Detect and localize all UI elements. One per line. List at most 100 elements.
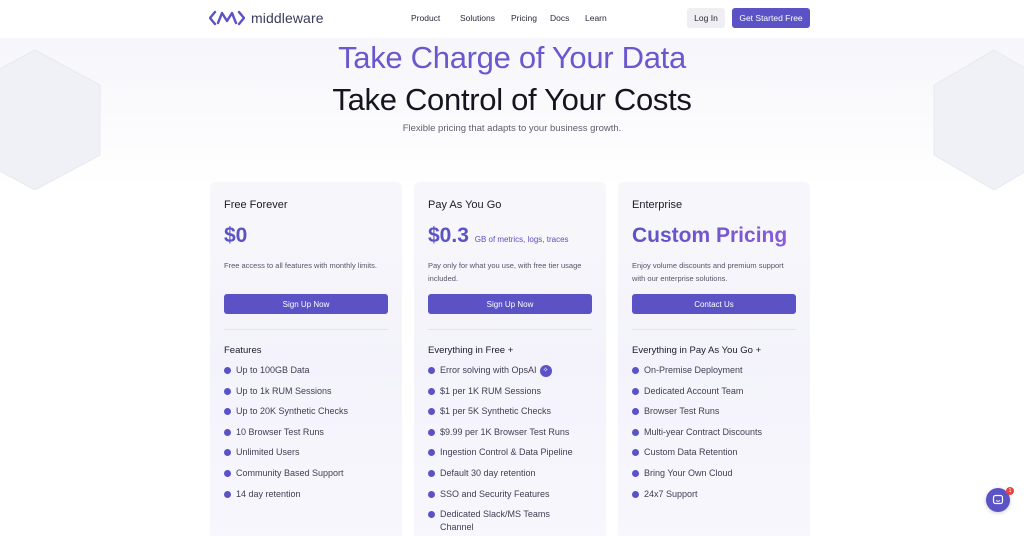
check-icon: [224, 428, 231, 436]
sign-up-button[interactable]: Sign Up Now: [428, 294, 592, 314]
check-icon: [632, 408, 639, 416]
list-item-label: $9.99 per 1K Browser Test Runs: [440, 426, 570, 437]
check-icon: [428, 469, 435, 477]
plan-title: Pay As You Go: [428, 199, 502, 211]
top-navigation: middleware Product Solutions Pricing Doc…: [0, 0, 1024, 38]
plan-description: Enjoy volume discounts and premium suppo…: [632, 261, 784, 283]
check-icon: [632, 367, 639, 374]
divider: [632, 329, 796, 330]
list-item-label: 14 day retention: [236, 488, 301, 499]
list-item-label: Default 30 day retention: [440, 467, 536, 478]
plan-price-unit: GB of metrics, logs, traces: [474, 235, 569, 244]
check-icon: [224, 490, 231, 498]
chat-icon: [992, 494, 1004, 505]
features-heading: Features: [224, 345, 262, 356]
list-item-label: Up to 1k RUM Sessions: [236, 385, 332, 396]
divider: [428, 329, 592, 330]
check-icon: [428, 367, 435, 374]
features-heading: Everything in Pay As You Go +: [632, 345, 762, 356]
list-item: On-Premise Deployment: [632, 364, 802, 385]
plan-price-value: Custom Pricing: [632, 224, 788, 247]
list-item-label: Error solving with OpsAI: [440, 365, 537, 375]
list-item: 24x7 Support: [632, 488, 802, 509]
list-item-label: Community Based Support: [236, 467, 344, 478]
check-icon: [224, 449, 231, 457]
plan-price: $0.3 GB of metrics, logs, traces: [428, 224, 569, 248]
plan-description: Free access to all features with monthly…: [224, 261, 377, 270]
check-icon: [632, 428, 639, 436]
get-started-button[interactable]: Get Started Free: [732, 8, 810, 28]
check-icon: [428, 490, 435, 498]
hero-title-line1: Take Charge of Your Data: [338, 40, 686, 75]
list-item-label: Up to 20K Synthetic Checks: [236, 406, 349, 417]
list-item-label: Custom Data Retention: [644, 447, 738, 458]
plan-title: Free Forever: [224, 199, 288, 211]
list-item: 10 Browser Test Runs: [224, 426, 394, 447]
list-item: $9.99 per 1K Browser Test Runs: [428, 426, 598, 447]
opsai-icon: ✧: [539, 364, 552, 377]
list-item-label: SSO and Security Features: [440, 488, 550, 499]
check-icon: [428, 387, 435, 395]
list-item: Browser Test Runs: [632, 405, 802, 426]
brand-name: middleware: [251, 10, 324, 26]
list-item-label: Dedicated Account Team: [644, 385, 744, 396]
plan-card-enterprise: Enterprise Custom Pricing Enjoy volume d…: [618, 182, 810, 536]
plan-price: $0: [224, 224, 247, 248]
brand-logo[interactable]: middleware: [209, 10, 324, 26]
nav-link-learn[interactable]: Learn: [585, 13, 607, 23]
check-icon: [428, 511, 435, 519]
check-icon: [632, 449, 639, 457]
list-item: Custom Data Retention: [632, 446, 802, 467]
list-item-label: Multi-year Contract Discounts: [644, 426, 763, 437]
nav-link-solutions[interactable]: Solutions: [460, 13, 511, 23]
list-item-label: $1 per 1K RUM Sessions: [440, 385, 542, 396]
list-item: Unlimited Users: [224, 446, 394, 467]
middleware-logo-icon: [209, 10, 245, 26]
plan-card-pay-as-you-go: Pay As You Go $0.3 GB of metrics, logs, …: [414, 182, 606, 536]
nav-links: Product Solutions Pricing Docs Learn: [411, 13, 607, 23]
plan-price-value: $0: [224, 224, 248, 247]
check-icon: [632, 387, 639, 395]
features-list: On-Premise Deployment Dedicated Account …: [632, 364, 802, 508]
list-item-label: Bring Your Own Cloud: [644, 467, 733, 478]
list-item-label: 10 Browser Test Runs: [236, 426, 324, 437]
list-item: Multi-year Contract Discounts: [632, 426, 802, 447]
list-item: $1 per 1K RUM Sessions: [428, 385, 598, 406]
nav-link-docs[interactable]: Docs: [550, 13, 585, 23]
list-item: Dedicated Account Team: [632, 385, 802, 406]
list-item: Default 30 day retention: [428, 467, 598, 488]
chat-notification-badge: 1: [1006, 487, 1014, 495]
list-item-label: 24x7 Support: [644, 488, 698, 499]
list-item: Up to 1k RUM Sessions: [224, 385, 394, 406]
plan-title: Enterprise: [632, 199, 683, 211]
features-list: Error solving with OpsAI ✧ $1 per 1K RUM …: [428, 364, 598, 536]
check-icon: [632, 490, 639, 498]
list-item: Up to 20K Synthetic Checks: [224, 405, 394, 426]
list-item-label: $1 per 5K Synthetic Checks: [440, 406, 552, 417]
plan-card-free: Free Forever $0 Free access to all featu…: [210, 182, 402, 536]
nav-link-product[interactable]: Product: [411, 13, 460, 23]
list-item: Dedicated Slack/MS Teams Channel: [428, 508, 598, 536]
divider: [224, 329, 388, 330]
plan-description: Pay only for what you use, with free tie…: [428, 261, 582, 283]
list-item-label: Up to 100GB Data: [236, 365, 310, 375]
features-list: Up to 100GB Data Up to 1k RUM Sessions U…: [224, 364, 394, 508]
plan-price-value: $0.3: [428, 224, 469, 247]
list-item-label: On-Premise Deployment: [644, 365, 743, 375]
list-item: SSO and Security Features: [428, 488, 598, 509]
sign-up-button[interactable]: Sign Up Now: [224, 294, 388, 314]
list-item: 14 day retention: [224, 488, 394, 509]
list-item: Error solving with OpsAI ✧: [428, 364, 598, 385]
plan-price: Custom Pricing: [632, 224, 787, 248]
check-icon: [632, 469, 639, 477]
hero-title-line2: Take Control of Your Costs: [332, 82, 692, 117]
check-icon: [428, 408, 435, 416]
contact-us-button[interactable]: Contact Us: [632, 294, 796, 314]
list-item: $1 per 5K Synthetic Checks: [428, 405, 598, 426]
nav-link-pricing[interactable]: Pricing: [511, 13, 550, 23]
login-button[interactable]: Log In: [687, 8, 725, 28]
check-icon: [224, 367, 231, 374]
list-item-label: Unlimited Users: [236, 447, 300, 458]
check-icon: [224, 408, 231, 416]
check-icon: [224, 387, 231, 395]
